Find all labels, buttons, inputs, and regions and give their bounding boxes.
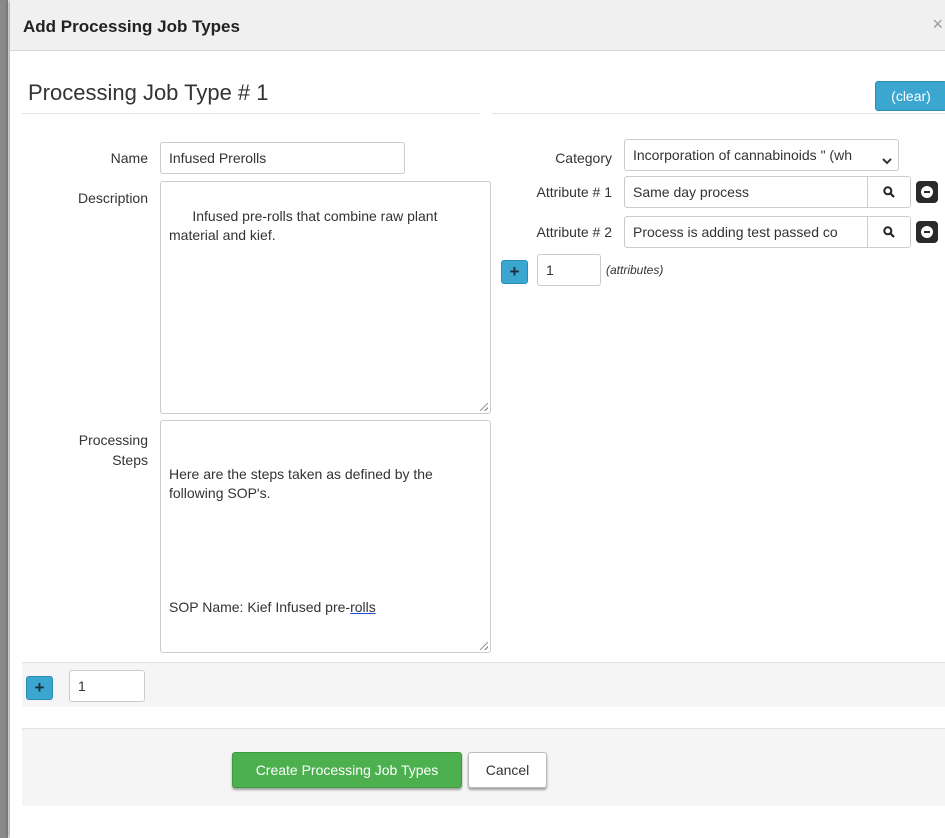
add-job-type-row: +	[22, 663, 945, 707]
section-title: Processing Job Type # 1	[28, 80, 269, 105]
modal-title: Add Processing Job Types	[23, 17, 240, 36]
modal-header: Add Processing Job Types ×	[10, 0, 945, 51]
attributes-count-input[interactable]	[537, 254, 601, 286]
processing-steps-label: Processing Steps	[42, 430, 148, 470]
divider	[22, 113, 480, 114]
steps-text-line1: Here are the steps taken as defined by t…	[169, 466, 437, 501]
divider	[492, 113, 945, 114]
clear-button[interactable]: (clear)	[875, 81, 945, 111]
processing-steps-textarea[interactable]: Here are the steps taken as defined by t…	[160, 420, 491, 653]
close-icon[interactable]: ×	[932, 14, 943, 35]
plus-icon: +	[34, 678, 45, 697]
category-select[interactable]: Incorporation of cannabinoids " (wh	[624, 139, 899, 171]
resize-handle[interactable]	[480, 403, 488, 411]
search-icon	[883, 186, 895, 198]
steps-spellcheck-word: rolls	[350, 599, 376, 615]
attributes-hint: (attributes)	[606, 263, 664, 277]
job-type-form: Processing Job Type # 1 (clear) Name Des…	[22, 62, 945, 707]
attribute-2-label: Attribute # 2	[536, 224, 613, 240]
attribute-1-input[interactable]	[624, 176, 868, 208]
attribute-1-label: Attribute # 1	[536, 184, 613, 200]
attribute-1-search-button[interactable]	[867, 176, 911, 208]
attribute-2-search-button[interactable]	[867, 216, 911, 248]
cancel-button[interactable]: Cancel	[468, 752, 547, 788]
chevron-down-icon	[882, 147, 892, 170]
add-processing-job-types-modal: Add Processing Job Types × Processing Jo…	[10, 0, 945, 838]
remove-attribute-1-icon[interactable]	[916, 181, 938, 203]
steps-text-line2: SOP Name: Kief Infused pre-rolls	[169, 599, 376, 615]
category-label: Category	[555, 150, 612, 166]
add-job-type-button[interactable]: +	[26, 676, 53, 700]
search-icon	[883, 226, 895, 238]
description-text: Infused pre-rolls that combine raw plant…	[169, 208, 442, 243]
resize-handle[interactable]	[480, 642, 488, 650]
job-type-count-input[interactable]	[69, 670, 145, 702]
description-textarea[interactable]: Infused pre-rolls that combine raw plant…	[160, 181, 491, 414]
remove-attribute-2-icon[interactable]	[916, 221, 938, 243]
background-page-edge	[0, 0, 8, 838]
plus-icon: +	[509, 262, 520, 281]
description-label: Description	[77, 190, 148, 206]
modal-footer: Create Processing Job Types Cancel	[22, 728, 945, 806]
attribute-2-input[interactable]	[624, 216, 868, 248]
create-processing-job-types-button[interactable]: Create Processing Job Types	[232, 752, 462, 788]
category-selected-value: Incorporation of cannabinoids " (wh	[633, 147, 852, 163]
add-attributes-button[interactable]: +	[501, 260, 528, 284]
processing-steps-label-line1: Processing	[78, 432, 148, 448]
name-input[interactable]	[160, 142, 405, 174]
processing-steps-label-line2: Steps	[112, 452, 148, 468]
name-label: Name	[110, 150, 148, 166]
